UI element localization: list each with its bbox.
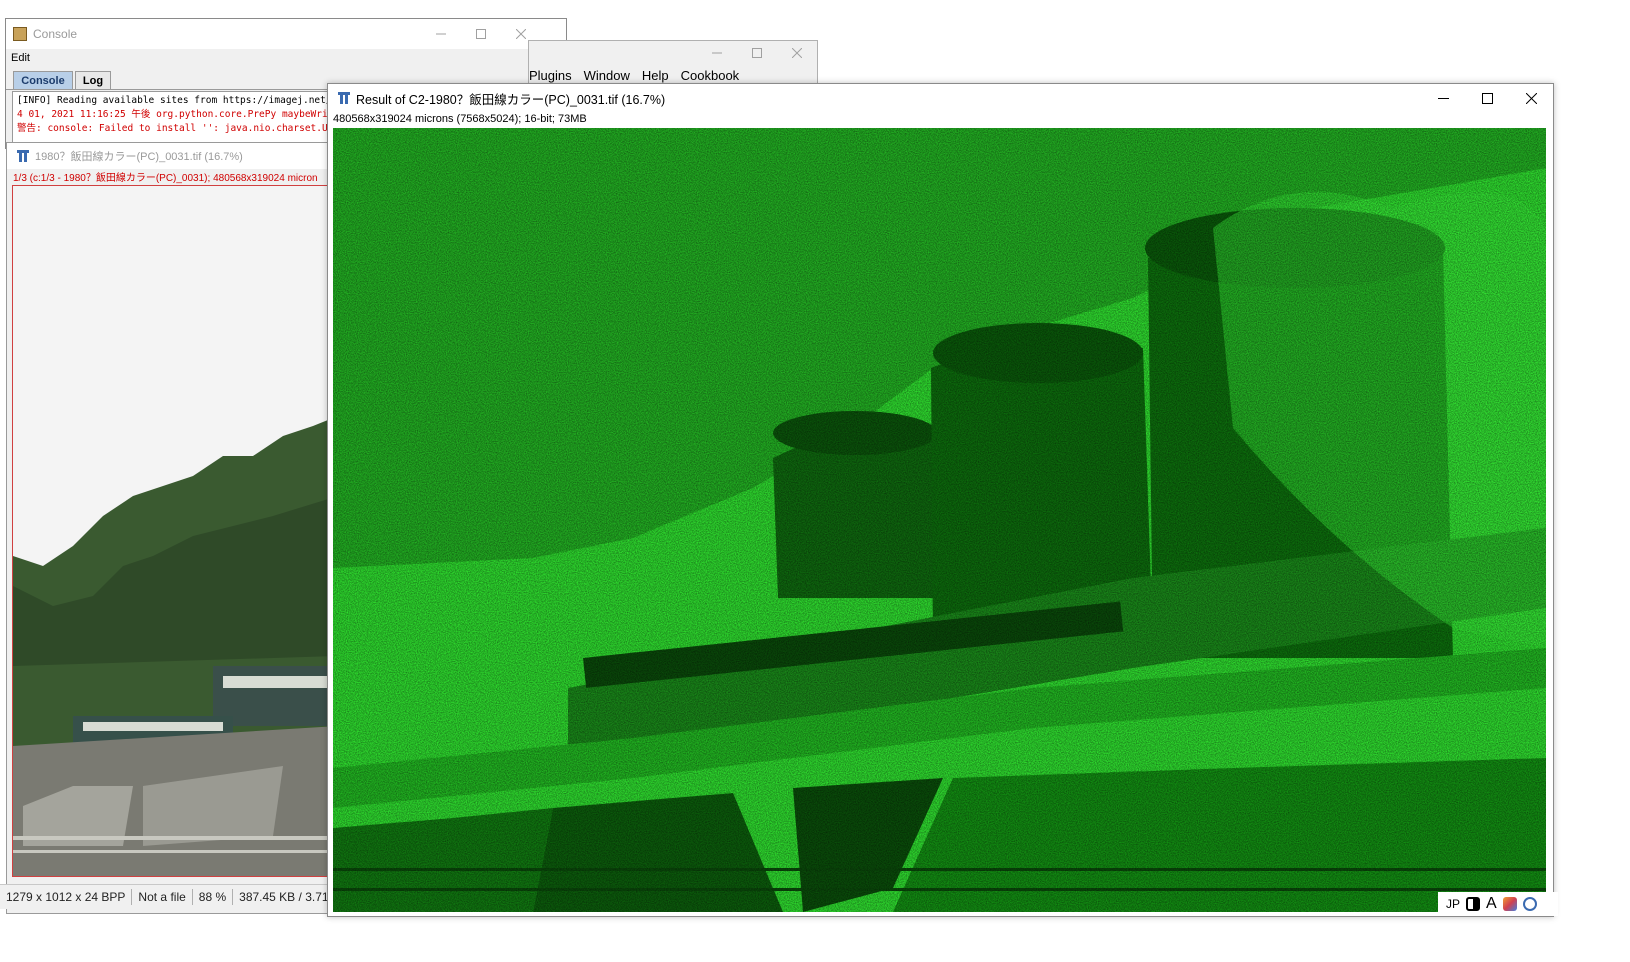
status-dimensions: 1279 x 1012 x 24 BPP xyxy=(0,889,133,905)
console-titlebar[interactable]: Console xyxy=(6,19,566,49)
paint-icon[interactable] xyxy=(1502,897,1517,911)
maximize-icon[interactable] xyxy=(1465,84,1509,112)
result-image-window: Result of C2-1980？飯田線カラー(PC)_0031.tif (1… xyxy=(327,83,1554,917)
status-zoom: 88 % xyxy=(193,889,234,905)
java-app-icon xyxy=(13,27,27,41)
tab-log[interactable]: Log xyxy=(75,71,111,89)
result-info: 480568x319024 microns (7568x5024); 16-bi… xyxy=(333,113,587,125)
status-file-state: Not a file xyxy=(132,889,193,905)
status-size: 387.45 KB / 3.71 xyxy=(239,890,329,904)
source-titlebar[interactable]: 1980？飯田線カラー(PC)_0031.tif (16.7%) xyxy=(7,143,337,169)
result-titlebar[interactable]: Result of C2-1980？飯田線カラー(PC)_0031.tif (1… xyxy=(328,84,1553,112)
result-photo xyxy=(333,128,1546,912)
source-title: 1980？飯田線カラー(PC)_0031.tif (16.7%) xyxy=(35,151,243,163)
maximize-icon[interactable] xyxy=(461,19,501,49)
console-title: Console xyxy=(33,27,78,41)
imagej-menubar: Plugins Window Help Cookbook xyxy=(529,65,751,85)
close-icon[interactable] xyxy=(777,41,817,65)
menu-edit[interactable]: Edit xyxy=(11,52,30,64)
menu-window[interactable]: Window xyxy=(584,68,630,83)
system-tray: JP A xyxy=(1438,892,1558,916)
minimize-icon[interactable] xyxy=(1421,84,1465,112)
imagej-main-window: Plugins Window Help Cookbook xyxy=(528,40,818,86)
imagej-icon xyxy=(338,92,350,104)
language-indicator[interactable]: JP xyxy=(1446,897,1460,911)
viewer-status-bar: 1279 x 1012 x 24 BPP Not a file 88 % 387… xyxy=(0,884,340,909)
tab-console[interactable]: Console xyxy=(13,71,73,89)
imagej-icon xyxy=(17,150,29,162)
menu-plugins[interactable]: Plugins xyxy=(529,68,572,83)
result-image-canvas[interactable] xyxy=(333,128,1546,912)
ime-mode-icon[interactable] xyxy=(1466,897,1481,911)
menu-cookbook[interactable]: Cookbook xyxy=(681,68,740,83)
source-info: 1/3 (c:1/3 - 1980？飯田線カラー(PC)_0031); 4805… xyxy=(13,173,318,184)
settings-icon[interactable] xyxy=(1522,897,1537,911)
console-menubar: Edit xyxy=(6,49,566,67)
menu-help[interactable]: Help xyxy=(642,68,669,83)
result-title: Result of C2-1980？飯田線カラー(PC)_0031.tif (1… xyxy=(356,92,666,107)
font-mode-icon[interactable]: A xyxy=(1486,895,1497,913)
close-icon[interactable] xyxy=(1509,84,1553,112)
source-image-window: 1980？飯田線カラー(PC)_0031.tif (16.7%) 1/3 (c:… xyxy=(6,142,338,914)
minimize-icon[interactable] xyxy=(697,41,737,65)
source-image-canvas[interactable] xyxy=(12,185,337,877)
minimize-icon[interactable] xyxy=(421,19,461,49)
source-photo xyxy=(13,186,336,876)
maximize-icon[interactable] xyxy=(737,41,777,65)
